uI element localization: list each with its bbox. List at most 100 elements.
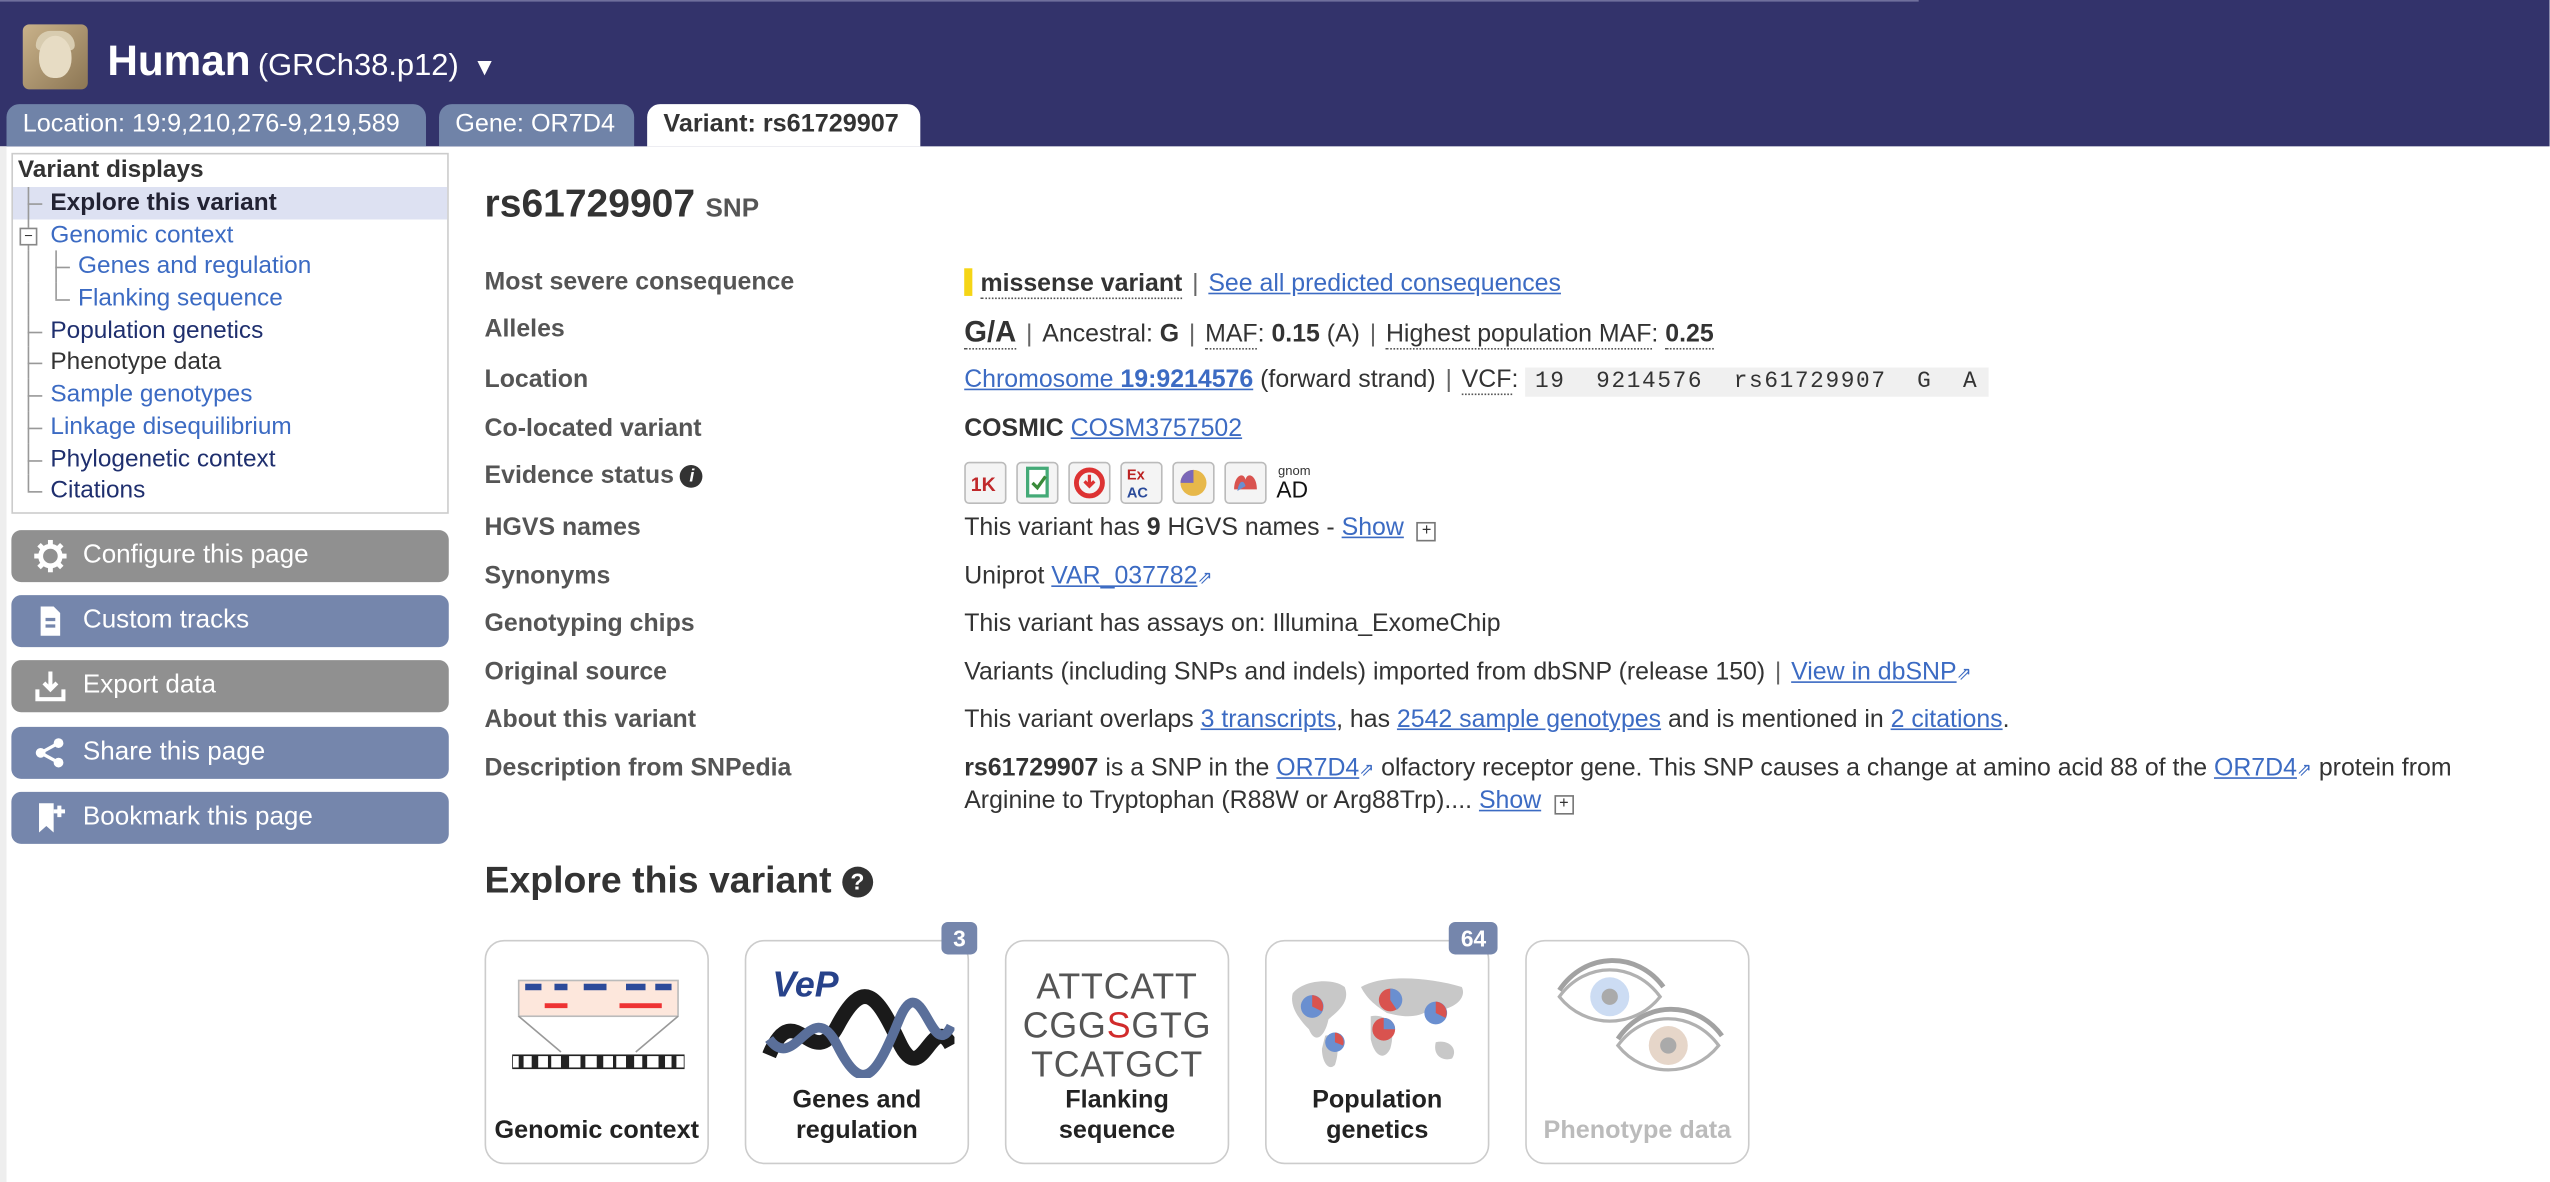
onekg-text: 1K (971, 474, 996, 496)
svg-text:Ex: Ex (1127, 468, 1146, 484)
tile-caption[interactable]: Population genetics (1267, 1085, 1488, 1147)
hgvs-show-link[interactable]: Show (1342, 514, 1404, 542)
external-link-icon[interactable]: ⇗ (1359, 761, 1374, 781)
collapse-toggle-icon[interactable]: − (19, 227, 38, 246)
snpedia-label: Description from SNPedia (484, 754, 792, 783)
uniprot-link[interactable]: VAR_037782 (1051, 563, 1197, 591)
frequency-icon[interactable] (1068, 461, 1111, 505)
bookmark-page-label[interactable]: Bookmark this page (83, 803, 313, 831)
exac-icon[interactable]: Ex AC (1120, 461, 1163, 505)
nav-item-label[interactable]: Genomic context (50, 219, 233, 251)
custom-tracks-label[interactable]: Custom tracks (83, 606, 249, 634)
maf-label[interactable]: MAF (1205, 320, 1258, 350)
cited-icon[interactable] (1016, 461, 1059, 505)
tile-caption[interactable]: Flanking sequence (1006, 1085, 1227, 1147)
nav-item-label[interactable]: Flanking sequence (78, 283, 283, 315)
nav-item-label[interactable]: Genes and regulation (78, 251, 311, 283)
vep-helix-icon: VeP (762, 965, 955, 1079)
alleles-value[interactable]: G/A (964, 315, 1017, 350)
export-data-label[interactable]: Export data (83, 672, 216, 700)
export-data-button[interactable]: Export data (11, 660, 449, 713)
highest-maf-value[interactable]: 0.25 (1665, 320, 1714, 350)
location-link-value[interactable]: 19:9214576 (1120, 366, 1253, 394)
citations-link[interactable]: 2 citations (1891, 706, 2003, 734)
1000-genomes-icon[interactable]: 1K (964, 461, 1007, 505)
tile-genomic-context[interactable]: Genomic context (484, 939, 709, 1165)
masthead: Human (GRCh38.p12) ▼ Location: 19:9,210,… (0, 0, 2550, 147)
genotypes-link[interactable]: 2542 sample genotypes (1397, 706, 1661, 734)
about-mid2: and is mentioned in (1661, 705, 1891, 734)
bookmark-page-button[interactable]: Bookmark this page (11, 791, 449, 844)
nav-item-phenotype[interactable]: Phenotype data (13, 347, 447, 380)
chevron-down-icon[interactable]: ▼ (473, 54, 497, 82)
external-link-icon[interactable]: ⇗ (2297, 761, 2312, 781)
genomic-context-icon (512, 979, 685, 1070)
topmed-icon[interactable] (1224, 461, 1267, 505)
nav-item-population[interactable]: Population genetics (13, 315, 447, 348)
left-edge (0, 146, 7, 1182)
share-page-label[interactable]: Share this page (83, 738, 265, 766)
expand-icon[interactable]: + (1416, 521, 1437, 542)
nav-item-flanking[interactable]: Flanking sequence (13, 283, 447, 316)
nav-item-label[interactable]: Explore this variant (50, 187, 276, 219)
consequence-value[interactable]: missense variant (980, 269, 1183, 300)
tab-location[interactable]: Location: 19:9,210,276-9,219,589 (6, 104, 427, 147)
expand-icon[interactable]: + (1554, 795, 1574, 815)
tile-genes-regulation[interactable]: 3 VeP Genes and regulation (744, 921, 978, 1165)
tab-variant[interactable]: Variant: rs61729907 (647, 104, 921, 147)
nav-item-label[interactable]: Population genetics (50, 315, 263, 347)
configure-page-label[interactable]: Configure this page (83, 541, 309, 569)
info-icon[interactable]: i (680, 465, 704, 488)
tile-caption[interactable]: Genes and regulation (746, 1085, 967, 1147)
synonyms-label: Synonyms (484, 562, 611, 591)
consequence-label: Most severe consequence (484, 268, 795, 296)
phenotype-icon[interactable] (1172, 461, 1215, 505)
hgvs-suffix: HGVS names - (1160, 513, 1342, 542)
highest-maf-label[interactable]: Highest population MAF (1385, 320, 1651, 350)
tile-caption[interactable]: Phenotype data (1527, 1115, 1748, 1146)
species-name[interactable]: Human (107, 36, 250, 85)
see-consequences-link[interactable]: See all predicted consequences (1208, 270, 1561, 298)
vcf-label[interactable]: VCF (1461, 365, 1512, 396)
nav-item-genomic-context[interactable]: − Genomic context (13, 219, 447, 252)
variant-displays-nav: Variant displays Explore this variant − G… (11, 152, 449, 514)
custom-tracks-button[interactable]: Custom tracks (11, 595, 449, 648)
external-link-icon[interactable]: ⇗ (1957, 665, 1972, 685)
external-link-icon[interactable]: ⇗ (1197, 569, 1212, 589)
species-selector[interactable]: Human (GRCh38.p12) ▼ (107, 36, 496, 86)
nav-item-label[interactable]: Phenotype data (50, 347, 221, 379)
tab-gene[interactable]: Gene: OR7D4 (439, 104, 635, 147)
nav-item-label[interactable]: Sample genotypes (50, 379, 252, 411)
tile-flanking-sequence[interactable]: ATTCATT CGGSGTG TCATGCT Flanking sequenc… (1004, 939, 1230, 1165)
flank-line-3: TCATGCT (1031, 1043, 1204, 1085)
snpedia-show-link[interactable]: Show (1479, 787, 1541, 815)
tile-caption[interactable]: Genomic context (486, 1115, 707, 1146)
nav-item-sample-genotypes[interactable]: Sample genotypes (13, 379, 447, 412)
gnomad-icon[interactable]: gnom AD (1276, 462, 1315, 503)
help-icon[interactable]: ? (842, 866, 873, 898)
nav-item-label[interactable]: Phylogenetic context (50, 443, 275, 475)
dbsnp-link[interactable]: View in dbSNP (1791, 659, 1956, 687)
nav-item-genes-regulation[interactable]: Genes and regulation (13, 251, 447, 284)
or7d4-link-2[interactable]: OR7D4 (2214, 754, 2297, 782)
nav-item-citations[interactable]: Citations (13, 475, 447, 507)
or7d4-link[interactable]: OR7D4 (1276, 754, 1359, 782)
nav-item-linkage[interactable]: Linkage disequilibrium (13, 411, 447, 444)
nav-item-label[interactable]: Linkage disequilibrium (50, 411, 291, 443)
transcripts-link[interactable]: 3 transcripts (1201, 706, 1336, 734)
nav-item-phylogenetic[interactable]: Phylogenetic context (13, 443, 447, 476)
hgvs-label: HGVS names (484, 513, 641, 542)
tile-phenotype-data[interactable]: Phenotype data (1525, 939, 1750, 1165)
cosmic-link[interactable]: COSM3757502 (1071, 415, 1242, 443)
nav-item-label[interactable]: Citations (50, 475, 145, 507)
location-link[interactable]: Chromosome 19:9214576 (964, 366, 1253, 394)
species-icon[interactable] (22, 24, 88, 90)
tile-population-genetics[interactable]: 64 Population genetics (1265, 921, 1498, 1165)
svg-text:AC: AC (1127, 486, 1149, 502)
configure-page-button[interactable]: Configure this page (11, 530, 449, 583)
location-link-prefix[interactable]: Chromosome (964, 366, 1120, 394)
source-label: Original source (484, 658, 668, 687)
explore-section-title: Explore this variant ? (485, 859, 873, 903)
nav-item-explore[interactable]: Explore this variant (13, 186, 448, 220)
share-page-button[interactable]: Share this page (11, 726, 449, 779)
